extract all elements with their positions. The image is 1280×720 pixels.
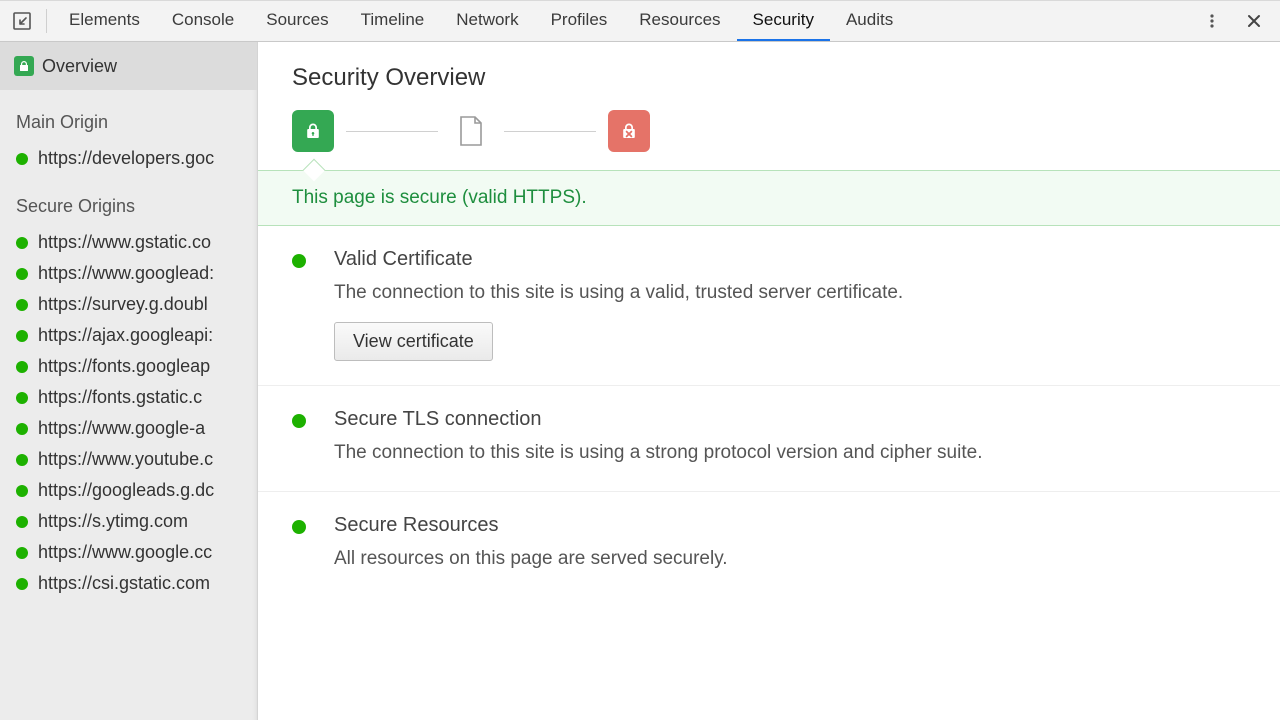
status-dot-secure-icon: [16, 268, 28, 280]
tab-profiles[interactable]: Profiles: [535, 1, 624, 41]
status-dot-secure-icon: [292, 520, 306, 534]
status-dot-secure-icon: [16, 454, 28, 466]
state-neutral-icon[interactable]: [450, 110, 492, 152]
origin-url: https://googleads.g.dc: [38, 480, 214, 501]
view-certificate-button[interactable]: View certificate: [334, 322, 493, 361]
status-dot-secure-icon: [16, 423, 28, 435]
devtools-tabstrip: Elements Console Sources Timeline Networ…: [0, 0, 1280, 42]
tab-sources[interactable]: Sources: [250, 1, 344, 41]
status-banner-text: This page is secure (valid HTTPS).: [292, 187, 587, 208]
sidebar-item-overview[interactable]: Overview: [0, 42, 257, 90]
origin-row[interactable]: https://www.googlead:: [16, 258, 257, 289]
main-origin-list: https://developers.goc: [0, 143, 257, 174]
sidebar-section-main-origin: Main Origin: [0, 90, 257, 143]
origin-url: https://fonts.gstatic.c: [38, 387, 202, 408]
detail-title: Secure TLS connection: [334, 408, 1250, 431]
origin-url: https://survey.g.doubl: [38, 294, 208, 315]
detail-title: Secure Resources: [334, 514, 1250, 537]
more-menu-icon[interactable]: [1200, 9, 1224, 33]
state-connector-line: [346, 131, 438, 132]
origin-row[interactable]: https://googleads.g.dc: [16, 475, 257, 506]
status-dot-secure-icon: [16, 237, 28, 249]
devtools-tabs: Elements Console Sources Timeline Networ…: [53, 1, 909, 41]
tabstrip-divider: [46, 9, 47, 33]
origin-row[interactable]: https://ajax.googleapi:: [16, 320, 257, 351]
security-main: Security Overview: [258, 42, 1280, 720]
tab-resources[interactable]: Resources: [623, 1, 736, 41]
dock-side-icon[interactable]: [10, 9, 34, 33]
detail-text: The connection to this site is using a s…: [334, 439, 1250, 468]
status-dot-secure-icon: [16, 361, 28, 373]
page-title: Security Overview: [258, 42, 1280, 110]
tab-label: Audits: [846, 10, 893, 30]
state-insecure-icon[interactable]: [608, 110, 650, 152]
tab-console[interactable]: Console: [156, 1, 250, 41]
origin-row[interactable]: https://survey.g.doubl: [16, 289, 257, 320]
state-secure-icon[interactable]: [292, 110, 334, 152]
origin-url: https://www.google-a: [38, 418, 205, 439]
state-connector-line: [504, 131, 596, 132]
tab-timeline[interactable]: Timeline: [345, 1, 441, 41]
status-dot-secure-icon: [292, 254, 306, 268]
status-dot-secure-icon: [16, 153, 28, 165]
origin-url: https://www.google.cc: [38, 542, 212, 563]
origin-row[interactable]: https://www.google.cc: [16, 537, 257, 568]
status-dot-secure-icon: [16, 547, 28, 559]
origin-url: https://ajax.googleapi:: [38, 325, 213, 346]
origin-row[interactable]: https://www.youtube.c: [16, 444, 257, 475]
origin-row[interactable]: https://www.google-a: [16, 413, 257, 444]
detail-secure-resources: Secure Resources All resources on this p…: [258, 492, 1280, 598]
tab-label: Sources: [266, 10, 328, 30]
lock-icon: [14, 56, 34, 76]
detail-text: All resources on this page are served se…: [334, 545, 1250, 574]
secure-origin-list: https://www.gstatic.co https://www.googl…: [0, 227, 257, 599]
detail-tls-connection: Secure TLS connection The connection to …: [258, 386, 1280, 493]
tabstrip-right-controls: [1200, 9, 1274, 33]
tab-label: Profiles: [551, 10, 608, 30]
origin-url: https://s.ytimg.com: [38, 511, 188, 532]
origin-row[interactable]: https://fonts.gstatic.c: [16, 382, 257, 413]
sidebar-section-secure-origins: Secure Origins: [0, 174, 257, 227]
origin-url: https://fonts.googleap: [38, 356, 210, 377]
security-state-selector: [258, 110, 1280, 170]
detail-title: Valid Certificate: [334, 248, 1250, 271]
detail-text: The connection to this site is using a v…: [334, 279, 1250, 308]
status-dot-secure-icon: [16, 485, 28, 497]
tab-label: Resources: [639, 10, 720, 30]
origin-url: https://www.youtube.c: [38, 449, 213, 470]
tab-audits[interactable]: Audits: [830, 1, 909, 41]
origin-url: https://www.gstatic.co: [38, 232, 211, 253]
status-dot-secure-icon: [292, 414, 306, 428]
tab-label: Timeline: [361, 10, 425, 30]
origin-row[interactable]: https://fonts.googleap: [16, 351, 257, 382]
origin-row[interactable]: https://csi.gstatic.com: [16, 568, 257, 599]
tab-label: Security: [753, 10, 814, 30]
origin-url: https://developers.goc: [38, 148, 214, 169]
origin-url: https://csi.gstatic.com: [38, 573, 210, 594]
tab-elements[interactable]: Elements: [53, 1, 156, 41]
origin-row[interactable]: https://s.ytimg.com: [16, 506, 257, 537]
detail-valid-certificate: Valid Certificate The connection to this…: [258, 226, 1280, 386]
origin-url: https://www.googlead:: [38, 263, 214, 284]
tab-network[interactable]: Network: [440, 1, 534, 41]
panel-body: Overview Main Origin https://developers.…: [0, 42, 1280, 720]
status-dot-secure-icon: [16, 299, 28, 311]
tab-label: Console: [172, 10, 234, 30]
status-dot-secure-icon: [16, 578, 28, 590]
status-dot-secure-icon: [16, 330, 28, 342]
close-icon[interactable]: [1242, 9, 1266, 33]
tab-label: Elements: [69, 10, 140, 30]
status-dot-secure-icon: [16, 392, 28, 404]
tab-security[interactable]: Security: [737, 1, 830, 41]
origin-row[interactable]: https://developers.goc: [16, 143, 257, 174]
security-sidebar: Overview Main Origin https://developers.…: [0, 42, 258, 720]
tab-label: Network: [456, 10, 518, 30]
security-status-banner: This page is secure (valid HTTPS).: [258, 170, 1280, 226]
overview-label: Overview: [42, 56, 117, 77]
origin-row[interactable]: https://www.gstatic.co: [16, 227, 257, 258]
status-dot-secure-icon: [16, 516, 28, 528]
